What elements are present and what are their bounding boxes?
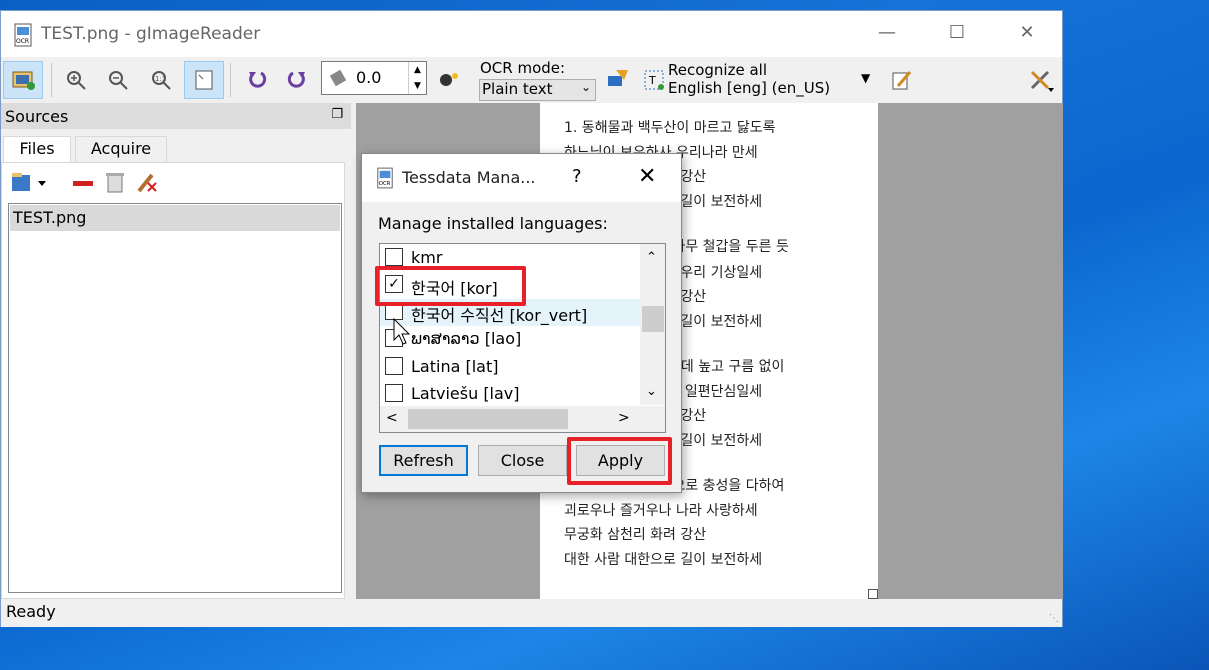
image-controls-button[interactable] [429, 61, 469, 99]
language-item[interactable]: Latviešu [lav] [380, 381, 640, 408]
tools-icon [1030, 70, 1054, 92]
scroll-thumb[interactable] [408, 409, 568, 429]
dialog-title: Tessdata Mana... [402, 168, 536, 187]
zoom-original-button[interactable]: 1:1 [141, 61, 181, 99]
brightness-icon [440, 73, 458, 86]
doc-line: 1. 동해물과 백두산이 마르고 닳도록 [564, 120, 776, 136]
svg-text:1:1: 1:1 [155, 75, 166, 83]
checkbox[interactable] [385, 384, 403, 402]
language-name: ພາສາລາວ [lao] [411, 329, 522, 348]
chevron-down-icon: ⌄ [580, 80, 591, 94]
language-item[interactable]: ພາສາລາວ [lao] [380, 326, 640, 353]
ocr-mode-select[interactable]: Plain text ⌄ [479, 79, 596, 101]
delete-icon[interactable] [104, 171, 126, 193]
doc-line: 괴로우나 즐거우나 나라 사랑하세 [564, 503, 758, 519]
undock-icon[interactable]: ❐ [331, 107, 343, 122]
highlight-apply [567, 437, 672, 485]
open-file-icon[interactable] [10, 171, 46, 195]
recognize-icon: T [644, 70, 664, 90]
clear-icon[interactable] [136, 171, 158, 193]
svg-text:OCR: OCR [16, 38, 29, 45]
language-label: English [eng] (en_US) [668, 79, 831, 97]
rotate-page-icon [329, 69, 347, 87]
horizontal-scrollbar[interactable]: < > [380, 406, 640, 432]
scroll-up-icon[interactable]: ⌃ [646, 250, 657, 265]
rotate-left-button[interactable] [237, 61, 277, 99]
dialog-title-bar: OCR Tessdata Mana... ? ✕ [362, 154, 681, 202]
sources-panel: Sources ❐ Files Acquire TEST.png [1, 103, 354, 599]
language-name: kmr [411, 248, 443, 267]
spin-down-arrow[interactable]: ▼ [408, 78, 426, 94]
settings-button[interactable] [1021, 61, 1061, 99]
status-text: Ready [6, 602, 56, 621]
spin-up-arrow[interactable]: ▲ [408, 62, 426, 78]
scroll-thumb[interactable] [642, 306, 664, 332]
rotate-left-icon [249, 71, 267, 88]
best-fit-icon [195, 70, 213, 90]
scroll-down-icon[interactable]: ⌄ [646, 384, 657, 399]
tab-files[interactable]: Files [3, 136, 71, 164]
refresh-button[interactable]: Refresh [379, 445, 468, 476]
scroll-left-icon[interactable]: < [386, 410, 398, 426]
rotation-spinbox[interactable]: 0.0 ▲ ▼ [321, 61, 427, 95]
language-name: Latviešu [lav] [411, 384, 520, 403]
tab-acquire[interactable]: Acquire [75, 136, 167, 162]
app-icon: OCR [14, 23, 32, 47]
checkbox[interactable] [385, 248, 403, 266]
app-icon: OCR [377, 167, 393, 189]
mouse-cursor-icon [393, 318, 411, 345]
minimize-button[interactable]: — [867, 21, 907, 47]
resize-handle-icon[interactable] [868, 589, 878, 599]
scroll-right-icon[interactable]: > [618, 410, 630, 426]
ocr-mode-label: OCR mode: [480, 59, 566, 77]
best-fit-button[interactable] [184, 61, 224, 99]
zoom-out-button[interactable] [98, 61, 138, 99]
doc-line: 대한 사람 대한으로 길이 보전하세 [564, 552, 763, 568]
manage-languages-label: Manage installed languages: [378, 214, 608, 233]
remove-icon[interactable] [72, 173, 94, 193]
rotate-right-icon [287, 71, 305, 88]
highlight-kor [375, 266, 526, 306]
zoom-out-icon [109, 71, 128, 90]
close-button[interactable]: Close [478, 445, 567, 476]
vertical-scrollbar[interactable]: ⌃ ⌄ [640, 244, 665, 405]
pencil-icon [892, 71, 912, 90]
checkbox[interactable] [385, 357, 403, 375]
zoom-in-button[interactable] [56, 61, 96, 99]
main-toolbar: 1:1 0.0 ▲ ▼ OCR mode: Plain text ⌄ T Rec… [1, 57, 1062, 101]
language-name: Latina [lat] [411, 357, 499, 376]
maximize-button[interactable]: ☐ [937, 21, 977, 47]
size-grip-icon[interactable]: ⋱ [1049, 613, 1059, 624]
sources-header: Sources ❐ [1, 103, 351, 129]
zoom-in-icon [67, 71, 86, 90]
svg-text:T: T [648, 74, 656, 87]
recognize-all-button[interactable]: Recognize all [668, 61, 767, 79]
svg-text:OCR: OCR [379, 181, 391, 187]
language-dropdown-arrow[interactable]: ▼ [861, 71, 870, 85]
title-bar: OCR TEST.png - gImageReader — ☐ ✕ [1, 11, 1062, 57]
image-add-icon [12, 71, 35, 90]
zoom-original-icon: 1:1 [152, 71, 171, 90]
ocr-mode-value: Plain text [482, 80, 553, 98]
add-image-button[interactable] [3, 61, 43, 99]
scroll-corner [640, 406, 665, 432]
window-title: TEST.png - gImageReader [41, 24, 261, 44]
output-pane-button[interactable] [881, 61, 921, 99]
rotation-value: 0.0 [356, 68, 382, 87]
magic-wand-icon [608, 70, 628, 86]
sources-title: Sources [5, 107, 69, 126]
close-window-button[interactable]: ✕ [1007, 21, 1047, 47]
language-item[interactable]: Latina [lat] [380, 354, 640, 381]
autodetect-layout-button[interactable] [598, 61, 638, 99]
doc-line: 무궁화 삼천리 화려 강산 [564, 527, 707, 543]
rotate-right-button[interactable] [277, 61, 317, 99]
help-button[interactable]: ? [572, 166, 582, 187]
dialog-close-icon[interactable]: ✕ [638, 164, 656, 189]
status-bar: Ready ⋱ [1, 599, 1062, 627]
files-pane: TEST.png [1, 162, 345, 599]
file-list: TEST.png [8, 203, 342, 593]
list-item[interactable]: TEST.png [10, 205, 340, 231]
